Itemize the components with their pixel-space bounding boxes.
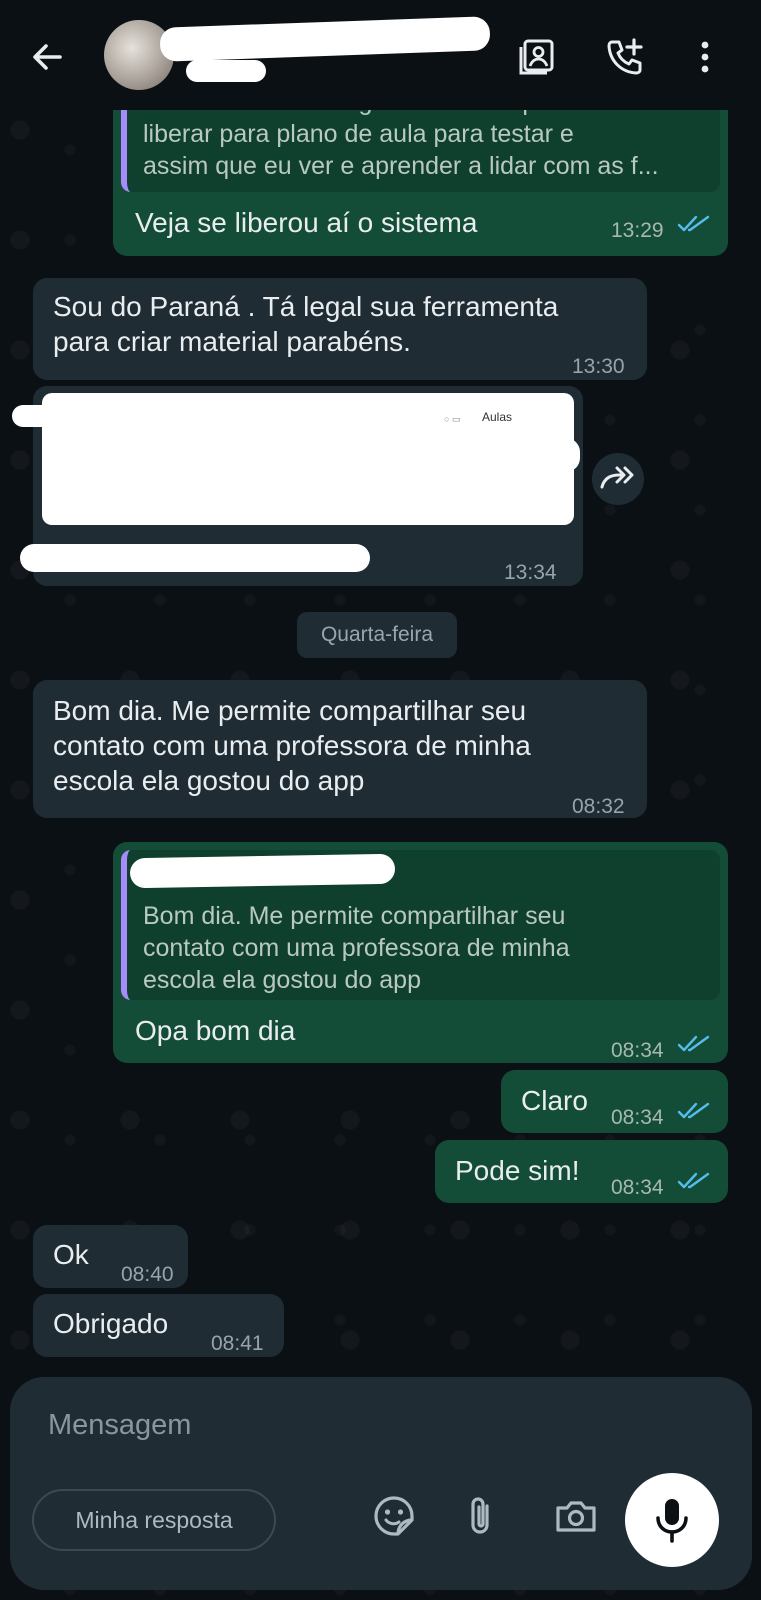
more-options-button[interactable] <box>684 36 726 78</box>
message-text: Opa bom dia <box>135 1015 296 1046</box>
mic-icon <box>656 1499 688 1543</box>
contact-status-redaction <box>186 60 266 82</box>
message-line: Bom dia. Me permite compartilhar seu <box>53 695 527 726</box>
more-vert-icon <box>701 41 709 73</box>
add-call-button[interactable] <box>604 36 646 78</box>
sticker-button[interactable] <box>371 1493 417 1539</box>
arrow-left-icon <box>33 44 62 70</box>
back-button[interactable] <box>26 36 68 78</box>
link-preview-image[interactable]: Aulas ○ ▭ <box>42 393 574 525</box>
message-time: 13:34 <box>504 561 557 584</box>
read-ticks-icon <box>677 215 710 232</box>
contact-name-redaction[interactable] <box>159 16 491 62</box>
message-line: Sou do Paraná . Tá legal sua ferramenta <box>53 291 559 322</box>
contact-card-button[interactable] <box>516 36 558 78</box>
attach-button[interactable] <box>457 1493 503 1539</box>
message-time: 13:30 <box>572 355 625 378</box>
message-time: 08:34 <box>611 1176 664 1199</box>
chat-header <box>0 0 761 110</box>
voice-message-button[interactable] <box>625 1473 719 1567</box>
message-incoming[interactable]: Bom dia. Me permite compartilhar seu con… <box>33 680 647 818</box>
message-time: 08:40 <box>121 1263 174 1286</box>
quick-reply-chip[interactable]: Minha resposta <box>32 1489 276 1551</box>
message-time: 08:41 <box>211 1332 264 1355</box>
preview-icons: ○ ▭ <box>444 414 461 424</box>
contact-card-icon <box>519 39 554 75</box>
preview-label: Aulas <box>482 410 513 424</box>
message-time: 08:34 <box>611 1039 664 1062</box>
message-line: contato com uma professora de minha <box>53 730 531 761</box>
quote-line: liberar para plano de aula para testar e <box>143 120 574 148</box>
message-time: 08:32 <box>572 795 625 818</box>
forward-button[interactable] <box>592 453 644 505</box>
message-outgoing[interactable]: Pode sim! 08:34 <box>435 1140 728 1203</box>
quote-line: escola ela gostou do app <box>143 966 421 994</box>
attach-icon <box>471 1497 489 1534</box>
sticker-icon <box>374 1496 414 1536</box>
message-text: Ok <box>53 1239 89 1270</box>
message-text: Pode sim! <box>455 1155 580 1186</box>
message-outgoing[interactable]: Claro 08:34 <box>501 1070 728 1133</box>
message-incoming[interactable]: Obrigado 08:41 <box>33 1294 284 1357</box>
message-incoming[interactable]: Sou do Paraná . Tá legal sua ferramenta … <box>33 278 647 380</box>
message-outgoing[interactable]: Estou usando até agora só vou esperar li… <box>113 86 728 256</box>
redaction-link-title <box>20 544 370 572</box>
quote-line: Bom dia. Me permite compartilhar seu <box>143 902 566 930</box>
message-time: 13:29 <box>611 219 664 242</box>
message-incoming[interactable]: Ok 08:40 <box>33 1225 188 1288</box>
read-ticks-icon <box>677 1035 710 1052</box>
quote-line: contato com uma professora de minha <box>143 934 570 962</box>
message-text: Obrigado <box>53 1308 169 1339</box>
day-separator: Quarta-feira <box>297 612 457 658</box>
camera-icon <box>556 1501 596 1532</box>
redaction <box>540 438 580 472</box>
read-ticks-icon <box>677 1172 710 1189</box>
message-line: para criar material parabéns. <box>53 326 411 357</box>
add-call-icon <box>607 38 643 75</box>
message-text: Veja se liberou aí o sistema <box>135 207 478 238</box>
read-ticks-icon <box>677 1102 710 1119</box>
quote-line: assim que eu ver e aprender a lidar com … <box>143 152 659 180</box>
message-text: Claro <box>521 1085 588 1116</box>
message-line: escola ela gostou do app <box>53 765 365 796</box>
camera-button[interactable] <box>553 1493 599 1539</box>
forward-icon <box>600 466 634 489</box>
message-time: 08:34 <box>611 1106 664 1129</box>
redaction-quote-author <box>129 853 396 889</box>
message-input[interactable]: Mensagem <box>48 1409 191 1442</box>
redaction <box>12 405 87 427</box>
